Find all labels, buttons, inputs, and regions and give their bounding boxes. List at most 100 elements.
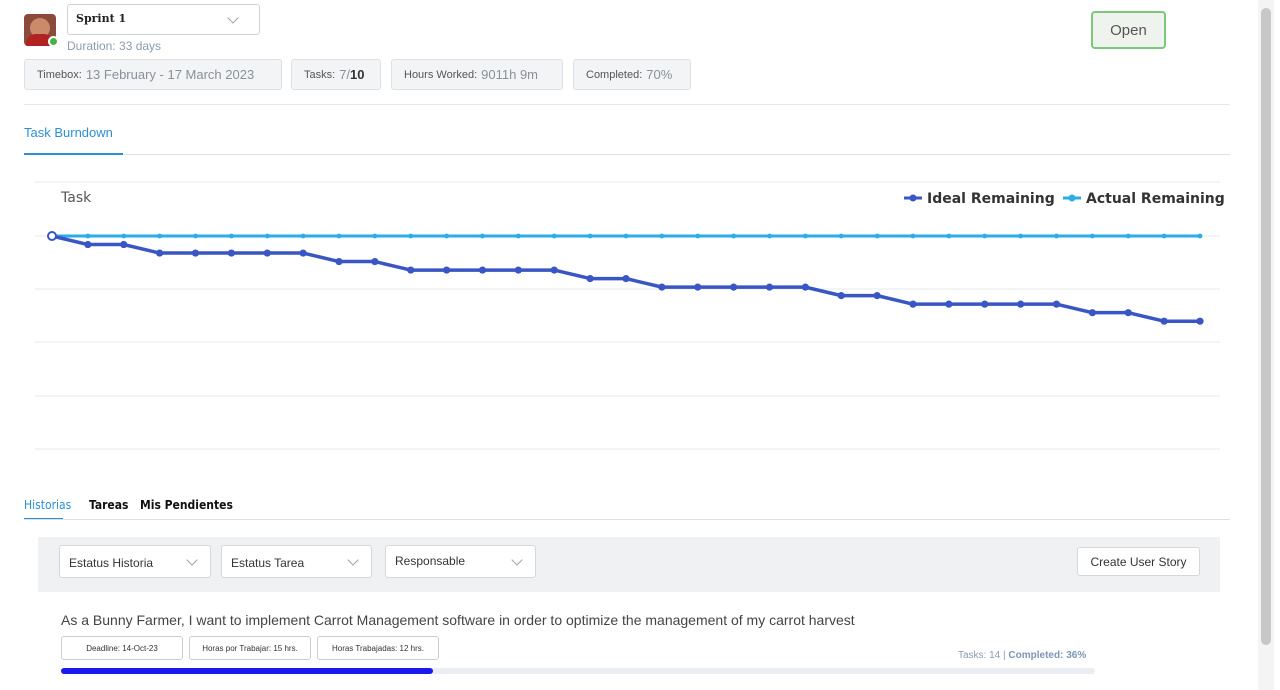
data-point-actual-24: [910, 233, 916, 239]
data-point-actual-15: [587, 233, 593, 239]
data-point-actual-14: [551, 233, 557, 239]
open-status-button[interactable]: Open: [1091, 11, 1166, 49]
stat-completed-value: 70%: [646, 67, 673, 82]
data-point-ideal-20: [765, 283, 774, 291]
create-user-story-button[interactable]: Create User Story: [1077, 547, 1200, 576]
data-point-actual-7: [300, 233, 306, 239]
stat-hours-value: 9011h 9m: [481, 67, 539, 82]
data-point-ideal-21: [801, 283, 809, 291]
story-progress-fill: [61, 668, 434, 674]
filter-estatus-tarea[interactable]: Estatus Tarea: [221, 545, 372, 578]
tab-historias[interactable]: Historias: [24, 498, 71, 512]
stat-hours-key: Hours Worked:: [404, 68, 478, 81]
data-point-ideal-27: [1017, 300, 1025, 308]
data-point-actual-23: [874, 233, 880, 239]
data-point-ideal-29: [1088, 309, 1096, 317]
sprint-page: Sprint 1 Duration: 33 days Open Timebox:…: [0, 0, 1280, 690]
data-point-actual-10: [408, 233, 414, 239]
data-point-actual-32: [1197, 233, 1203, 239]
data-point-ideal-3: [156, 249, 164, 257]
data-point-actual-9: [372, 233, 378, 239]
legend-label-1: Actual Remaining: [1086, 191, 1225, 207]
tab-mis-pendientes[interactable]: Mis Pendientes: [140, 498, 233, 512]
data-point-actual-11: [444, 233, 450, 239]
data-point-ideal-32: [1196, 317, 1204, 325]
story-stats: Tasks: 14 | Completed: 36%: [958, 650, 1086, 661]
chart-title: Task: [60, 190, 92, 206]
legend-marker-1: [1068, 194, 1076, 202]
data-point-actual-30: [1125, 233, 1131, 239]
data-point-actual-12: [480, 233, 485, 239]
scrollbar-thumb[interactable]: [1261, 8, 1271, 645]
data-point-ideal-12: [478, 266, 487, 274]
data-point-actual-3: [157, 233, 163, 239]
divider: [24, 104, 1230, 105]
data-point-actual-16: [623, 233, 629, 239]
user-story-card[interactable]: As a Bunny Farmer, I want to implement C…: [38, 592, 1220, 690]
data-point-actual-1: [85, 233, 91, 239]
data-point-ideal-14: [550, 266, 558, 274]
data-point-ideal-7: [299, 249, 307, 257]
filter-bar: Estatus Historia Estatus Tarea Responsab…: [38, 537, 1220, 592]
deadline-badge: Deadline: 14-Oct-23: [61, 636, 183, 660]
data-point-ideal-15: [586, 275, 594, 283]
data-point-actual-4: [193, 233, 198, 239]
stat-timebox-value: 13 February - 17 March 2023: [85, 67, 255, 82]
stat-tasks: Tasks: 7/10: [291, 59, 381, 90]
divider: [24, 519, 1230, 520]
data-point-ideal-5: [227, 249, 235, 257]
stat-tasks-done: 7/: [339, 67, 351, 82]
story-tasks-count: Tasks: 14: [958, 650, 1001, 661]
data-point-actual-26: [982, 233, 988, 239]
stat-tasks-value: 7/10: [339, 67, 364, 82]
data-point-ideal-30: [1124, 309, 1132, 317]
stat-tasks-key: Tasks:: [304, 68, 336, 81]
stat-completed: Completed: 70%: [573, 59, 691, 90]
data-point-ideal-16: [622, 275, 630, 283]
divider: [123, 154, 1230, 155]
sprint-duration: Duration: 33 days: [67, 39, 162, 53]
data-point-actual-5: [228, 233, 234, 239]
tab-tareas[interactable]: Tareas: [89, 498, 128, 512]
data-point-ideal-2: [120, 240, 128, 249]
burndown-chart-svg: Task Ideal Remaining Actual Remaining: [35, 181, 1225, 450]
sprint-select-label: Sprint 1: [76, 12, 127, 25]
chevron-down-icon: [511, 554, 523, 566]
data-point-ideal-31: [1160, 317, 1168, 325]
stat-timebox: Timebox: 13 February - 17 March 2023: [24, 59, 282, 90]
data-point-ideal-9: [371, 257, 379, 266]
data-point-actual-6: [264, 233, 270, 239]
story-completed-percent: Completed: 36%: [1008, 650, 1087, 661]
filter-estatus-historia[interactable]: Estatus Historia: [59, 545, 211, 578]
data-point-actual-22: [838, 233, 844, 239]
legend-label-0: Ideal Remaining: [927, 191, 1055, 207]
data-point-actual-31: [1161, 233, 1167, 239]
filter-responsable[interactable]: Responsable: [385, 545, 536, 578]
data-point-ideal-11: [443, 266, 451, 274]
burndown-chart: Task Ideal Remaining Actual Remaining: [0, 170, 1240, 470]
data-point-ideal-10: [407, 266, 415, 274]
data-point-actual-29: [1089, 233, 1095, 239]
data-point-actual-17: [659, 233, 665, 239]
data-point-ideal-1: [84, 240, 92, 249]
data-point-actual-28: [1054, 233, 1059, 239]
data-point-actual-19: [731, 233, 737, 239]
data-point-ideal-24: [909, 300, 917, 308]
filter-responsable-label: Responsable: [395, 554, 466, 568]
data-point-ideal-6: [263, 249, 271, 257]
data-point-actual-18: [695, 233, 701, 239]
user-story-title[interactable]: As a Bunny Farmer, I want to implement C…: [61, 612, 855, 628]
tab-task-burndown[interactable]: Task Burndown: [24, 125, 113, 140]
legend-marker-0: [909, 194, 917, 202]
data-point-ideal-18: [694, 283, 702, 291]
chevron-down-icon: [227, 12, 239, 24]
sprint-select[interactable]: Sprint 1: [67, 4, 260, 35]
stat-hours-worked: Hours Worked: 9011h 9m: [391, 59, 563, 90]
data-point-ideal-13: [514, 266, 522, 274]
hours-to-work-badge: Horas por Trabajar: 15 hrs.: [189, 636, 311, 660]
data-point-ideal-22: [837, 292, 845, 300]
data-point-actual-27: [1018, 233, 1024, 239]
data-point-actual-21: [802, 233, 808, 239]
stat-timebox-key: Timebox:: [37, 68, 82, 81]
filter-estatus-tarea-label: Estatus Tarea: [231, 556, 305, 570]
